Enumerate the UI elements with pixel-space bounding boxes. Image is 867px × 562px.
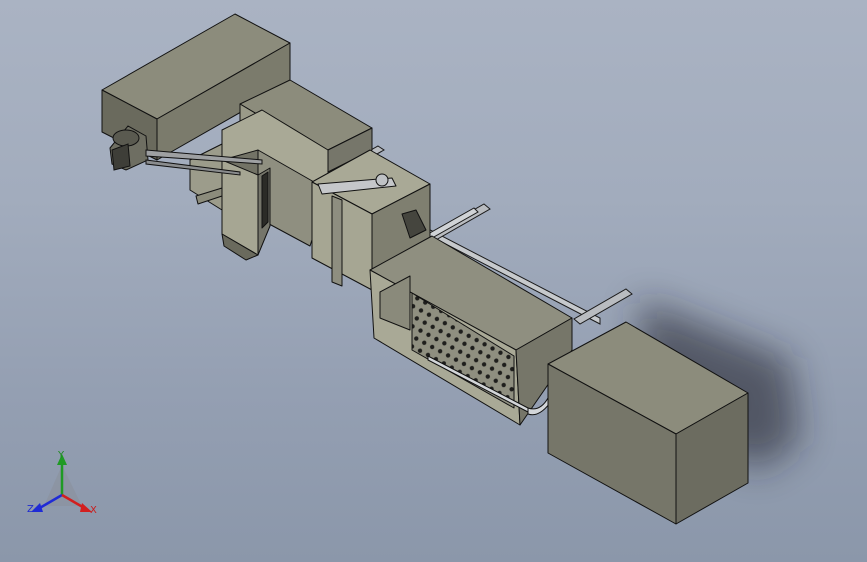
perforated-filter [369,235,573,426]
view-orientation-triad[interactable]: Y Z X [22,445,112,530]
triad-x-label: X [90,505,97,516]
triad-y-label: Y [58,450,65,461]
triad-z-label: Z [27,504,34,515]
assembly-model[interactable] [0,0,867,562]
feed-chute [221,159,271,261]
graphics-viewport[interactable]: Y Z X [0,0,867,562]
